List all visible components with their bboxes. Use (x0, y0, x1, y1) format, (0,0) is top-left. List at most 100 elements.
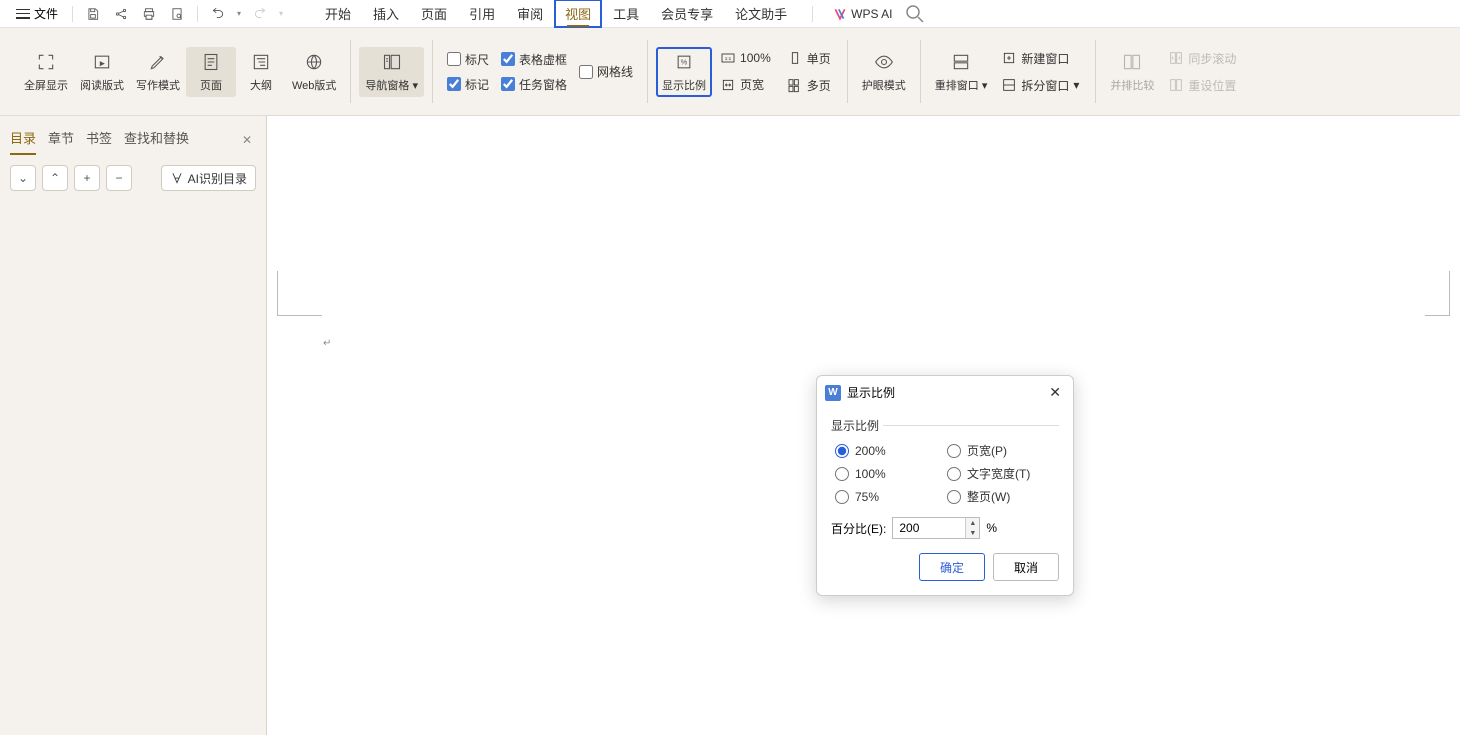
sidebar-tab-chapter[interactable]: 章节 (48, 124, 74, 155)
undo-button[interactable] (206, 2, 230, 26)
menu-tabs: 开始 插入 页面 引用 审阅 视图 工具 会员专享 论文助手 (314, 0, 798, 28)
print-preview-button[interactable] (165, 2, 189, 26)
wps-ai-button[interactable]: WPS AI (833, 7, 892, 21)
mark-checkbox[interactable]: 标记 (445, 74, 491, 95)
add-button[interactable]: + (74, 165, 100, 191)
tab-page[interactable]: 页面 (410, 0, 458, 28)
page-width-button[interactable]: 页宽 (716, 73, 775, 96)
new-window-button[interactable]: 新建窗口 (997, 47, 1083, 70)
percent-spinner: ▲ ▼ (965, 518, 979, 538)
paragraph-mark: ↵ (323, 338, 331, 349)
zoom-options: 200% 页宽(P) 100% 文字宽度(T) 75% 整页(W) (835, 442, 1059, 505)
zoom-label: 显示比例 (662, 77, 706, 93)
cancel-button[interactable]: 取消 (993, 553, 1059, 581)
search-button[interactable] (903, 2, 927, 26)
tab-insert[interactable]: 插入 (362, 0, 410, 28)
dialog-body: 显示比例 200% 页宽(P) 100% 文字宽度(T) 75% 整页(W) 百… (817, 409, 1073, 595)
reading-icon (91, 51, 113, 73)
web-view-button[interactable]: Web版式 (286, 47, 342, 97)
tab-member[interactable]: 会员专享 (650, 0, 724, 28)
tab-review[interactable]: 审阅 (506, 0, 554, 28)
tab-reference[interactable]: 引用 (458, 0, 506, 28)
zoom-dialog: W 显示比例 ✕ 显示比例 200% 页宽(P) 100% 文字宽度(T) 75… (816, 375, 1074, 596)
reading-label: 阅读版式 (80, 77, 124, 93)
reading-mode-button[interactable]: 阅读版式 (74, 47, 130, 97)
eye-icon (873, 51, 895, 73)
multi-page-button[interactable]: 多页 (783, 74, 835, 97)
ribbon: 全屏显示 阅读版式 写作模式 页面 大纲 Web版式 导航窗格 ▾ (0, 28, 1460, 116)
zoom-100-radio[interactable]: 100% (835, 465, 947, 482)
sidebar-tab-find[interactable]: 查找和替换 (124, 124, 189, 155)
save-button[interactable] (81, 2, 105, 26)
table-border-checkbox[interactable]: 表格虚框 (499, 49, 569, 70)
print-button[interactable] (137, 2, 161, 26)
redo-dropdown[interactable]: ▾ (276, 9, 286, 18)
dialog-section-title: 显示比例 (831, 417, 1059, 434)
sidebar-tab-toc[interactable]: 目录 (10, 124, 36, 155)
navpane-label: 导航窗格 ▾ (365, 77, 418, 93)
tab-thesis[interactable]: 论文助手 (724, 0, 798, 28)
zoom-pagewidth-radio[interactable]: 页宽(P) (947, 442, 1059, 459)
rearrange-icon (950, 51, 972, 73)
dialog-close-button[interactable]: ✕ (1045, 382, 1065, 403)
dialog-title-bar[interactable]: W 显示比例 ✕ (817, 376, 1073, 409)
collapse-up-button[interactable]: ⌃ (42, 165, 68, 191)
show-col-1: 标尺 标记 (441, 49, 495, 95)
sidebar-close-button[interactable]: ✕ (238, 129, 256, 151)
navpane-button[interactable]: 导航窗格 ▾ (359, 47, 424, 97)
spinner-down[interactable]: ▼ (966, 528, 979, 538)
share-button[interactable] (109, 2, 133, 26)
spinner-up[interactable]: ▲ (966, 518, 979, 528)
redo-button[interactable] (248, 2, 272, 26)
writing-icon (147, 51, 169, 73)
zoom-whole-radio[interactable]: 整页(W) (947, 488, 1059, 505)
ruler-checkbox[interactable]: 标尺 (445, 49, 491, 70)
single-page-button[interactable]: 单页 (783, 47, 835, 70)
split-window-button[interactable]: 拆分窗口 ▾ (997, 74, 1083, 97)
window-col: 新建窗口 拆分窗口 ▾ (993, 47, 1087, 97)
remove-button[interactable]: − (106, 165, 132, 191)
ok-button[interactable]: 确定 (919, 553, 985, 581)
hundred-percent-button[interactable]: 1:1100% (716, 47, 775, 69)
percent-label: 百分比(E): (831, 520, 886, 537)
zoom-textwidth-radio[interactable]: 文字宽度(T) (947, 465, 1059, 482)
tab-start[interactable]: 开始 (314, 0, 362, 28)
zoom-75-radio[interactable]: 75% (835, 488, 947, 505)
file-menu[interactable]: 文件 (10, 3, 64, 24)
sidebar-tab-bookmark[interactable]: 书签 (86, 124, 112, 155)
side-by-side-button[interactable]: 并排比较 (1104, 47, 1160, 97)
dialog-buttons: 确定 取消 (831, 553, 1059, 581)
fullscreen-button[interactable]: 全屏显示 (18, 47, 74, 97)
zoom-200-radio[interactable]: 200% (835, 442, 947, 459)
rearrange-button[interactable]: 重排窗口 ▾ (929, 47, 994, 97)
ribbon-group-nav: 导航窗格 ▾ (351, 36, 432, 107)
side-by-side-icon (1121, 51, 1143, 73)
ai-icon (170, 171, 184, 185)
eye-mode-button[interactable]: 护眼模式 (856, 47, 912, 97)
ai-detect-toc-button[interactable]: AI识别目录 (161, 165, 256, 191)
zoom-col-2: 单页 多页 (779, 47, 839, 97)
page-label: 页面 (200, 77, 222, 93)
tab-view[interactable]: 视图 (554, 0, 602, 28)
show-col-2: 表格虚框 任务窗格 (495, 49, 573, 95)
gridlines-checkbox[interactable]: 网格线 (577, 61, 635, 82)
page-view-button[interactable]: 页面 (186, 47, 236, 97)
taskpane-checkbox[interactable]: 任务窗格 (499, 74, 569, 95)
separator (197, 6, 198, 22)
expand-down-button[interactable]: ⌄ (10, 165, 36, 191)
outline-button[interactable]: 大纲 (236, 47, 286, 97)
sync-scroll-button[interactable]: 同步滚动 (1164, 47, 1240, 70)
file-menu-label: 文件 (34, 5, 58, 22)
eye-label: 护眼模式 (862, 77, 906, 93)
ai-icon (833, 7, 847, 21)
sidebar-tab-row: 目录 章节 书签 查找和替换 ✕ (0, 116, 266, 155)
ribbon-group-eye: 护眼模式 (848, 36, 920, 107)
zoom-icon: % (673, 51, 695, 73)
undo-dropdown[interactable]: ▾ (234, 9, 244, 18)
page-icon (200, 51, 222, 73)
writing-mode-button[interactable]: 写作模式 (130, 47, 186, 97)
zoom-button[interactable]: % 显示比例 (656, 47, 712, 97)
tab-tools[interactable]: 工具 (602, 0, 650, 28)
svg-text:%: % (681, 57, 688, 66)
reset-pos-button[interactable]: 重设位置 (1164, 74, 1240, 97)
